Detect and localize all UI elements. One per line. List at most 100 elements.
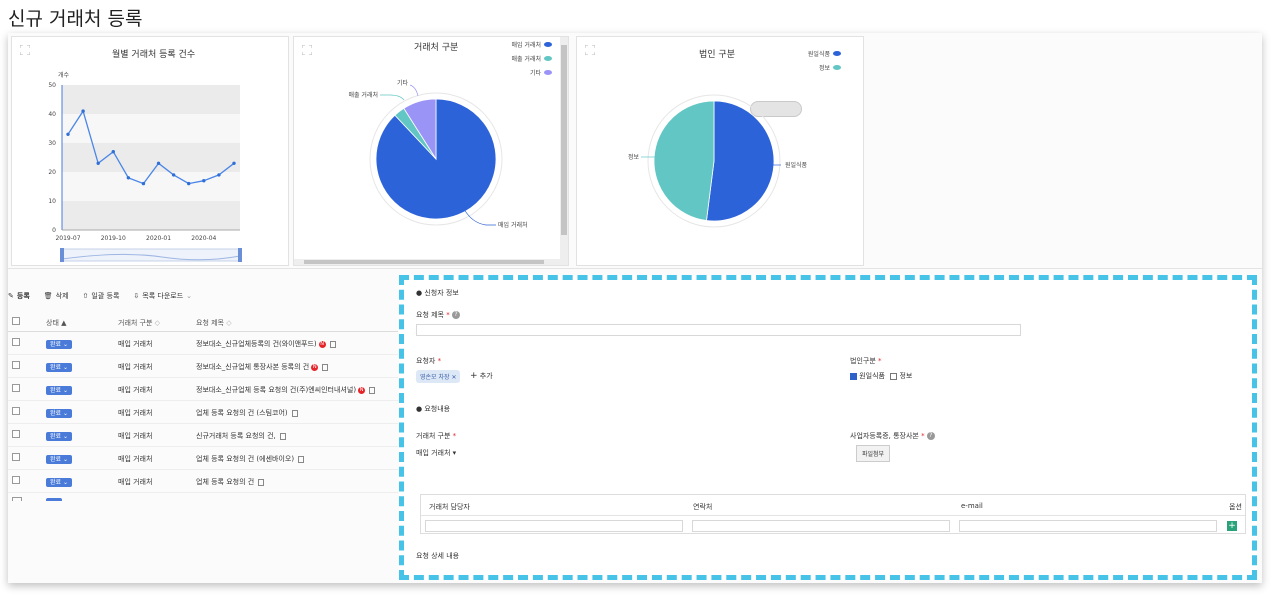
y-tick-label: 40 xyxy=(48,111,56,118)
header-title[interactable]: 요청 제목 ◇ xyxy=(196,318,232,328)
vendor-type-cell: 매입 거래처 xyxy=(118,455,153,463)
contact-phone-input[interactable] xyxy=(692,520,950,532)
add-requester-button[interactable]: + 추가 xyxy=(470,371,493,381)
table-row[interactable]: 완료 ⌄ 매입 거래처 업체 등록 요청의 건 (에센바이오) xyxy=(8,447,398,470)
register-button[interactable]: ✎ 등록 xyxy=(8,291,30,301)
status-badge[interactable]: 완료 ⌄ xyxy=(46,340,72,349)
table-row[interactable]: 완료 ⌄ 매입 거래처 업체 등록 요청의 건 (스팀코어) xyxy=(8,401,398,424)
status-cell[interactable]: 완료 ⌄ xyxy=(46,477,72,487)
data-point xyxy=(156,161,161,165)
x-tick-label: 2020-04 xyxy=(191,235,216,242)
download-list-button[interactable]: ⇩ 목록 다운로드 ⌄ xyxy=(133,291,192,301)
register-label: 등록 xyxy=(16,292,30,300)
document-icon[interactable] xyxy=(369,386,376,394)
add-label: 추가 xyxy=(479,372,493,380)
contact-email-input[interactable] xyxy=(959,520,1217,532)
title-cell[interactable]: 업체 등록 요청의 건 xyxy=(196,477,265,487)
status-cell[interactable]: 완료 ⌄ xyxy=(46,408,72,418)
table-row[interactable]: 완료 ⌄ 매입 거래처 신규거래처 등록 요청의 건, xyxy=(8,424,398,447)
add-row-button[interactable]: + xyxy=(1227,521,1237,531)
new-badge-icon: N xyxy=(358,386,366,394)
title-cell[interactable]: 정보대소_신규업체 통장사본 등록의 건N xyxy=(196,362,329,372)
select-all-checkbox[interactable] xyxy=(12,317,20,325)
corp-options: 원일식품 정보 xyxy=(850,371,912,381)
title-label: 정보대소_신규업체등록의 건(와이앤푸드) xyxy=(196,340,317,348)
contact-name-input[interactable] xyxy=(425,520,683,532)
row-checkbox[interactable] xyxy=(12,361,20,369)
table-row[interactable]: 완료 ⌄ 매입 거래처 정보대소_신규업체 통장사본 등록의 건N xyxy=(8,355,398,378)
document-icon[interactable] xyxy=(322,363,329,371)
grid-header: 거래처 담당자 xyxy=(429,503,470,511)
status-badge[interactable]: 완료 ⌄ xyxy=(46,363,72,372)
document-icon[interactable] xyxy=(329,340,336,348)
status-cell[interactable]: 완료 ⌄ xyxy=(46,362,72,372)
vertical-scrollbar[interactable] xyxy=(560,37,568,259)
grid-header: 연락처 xyxy=(693,503,713,511)
document-icon[interactable] xyxy=(298,455,305,463)
document-icon[interactable] xyxy=(258,478,265,486)
x-tick-label: 2019-10 xyxy=(101,235,126,242)
file-attach-button[interactable]: 파일첨부 xyxy=(856,445,891,462)
bulk-register-button[interactable]: ⇧ 일괄 등록 xyxy=(83,291,120,301)
title-label: 신규거래처 등록 요청의 건, xyxy=(196,432,276,440)
row-checkbox[interactable] xyxy=(12,338,20,346)
vendor-type-label: 거래처 구분 * xyxy=(416,432,457,440)
document-icon[interactable] xyxy=(279,432,286,440)
row-checkbox[interactable] xyxy=(12,407,20,415)
status-cell[interactable]: 완료 ⌄ xyxy=(46,339,72,349)
data-point xyxy=(81,109,85,113)
detail-label: 요청 상세 내용 xyxy=(416,552,460,560)
line-chart-card: 월별 거래처 등록 건수 50 40 30 20 10 0 개수 2019-07 2019-10… xyxy=(11,36,289,266)
status-label: 완료 xyxy=(50,410,62,417)
row-checkbox[interactable] xyxy=(12,384,20,392)
status-badge[interactable]: 완료 ⌄ xyxy=(46,455,72,464)
data-point xyxy=(202,179,206,183)
pie1-chart: 매입 거래처 매출 거래처 기타 xyxy=(348,79,527,229)
header-status[interactable]: 상태 ▲ xyxy=(46,318,67,328)
header-vendor-type[interactable]: 거래처 구분 ◇ xyxy=(118,318,160,328)
pie-corp-type-card: 법인 구분 원일식품 정보 원일식품 정보 xyxy=(576,36,864,266)
header-label: 상태 xyxy=(46,319,59,327)
status-cell[interactable]: 완료 ⌄ xyxy=(46,431,72,441)
row-checkbox[interactable] xyxy=(12,476,20,484)
help-icon[interactable]: ? xyxy=(926,432,935,440)
status-badge[interactable]: 완료 ⌄ xyxy=(46,478,72,487)
document-icon[interactable] xyxy=(291,409,298,417)
help-icon[interactable]: ? xyxy=(451,311,460,319)
vendor-type-select[interactable]: 매입 거래처 ▾ xyxy=(416,448,456,458)
data-point xyxy=(232,161,236,165)
field-label: 사업자등록증, 통장사본 xyxy=(850,432,919,440)
data-point xyxy=(141,181,146,186)
contact-grid: 거래처 담당자 연락처 e-mail 옵션 + xyxy=(420,494,1246,534)
option-label: 원일식품 xyxy=(859,372,885,380)
status-cell[interactable]: 완료 ⌄ xyxy=(46,454,72,464)
bizreg-label: 사업자등록증, 통장사본 * ? xyxy=(850,431,935,441)
row-checkbox[interactable] xyxy=(12,453,20,461)
table-row[interactable]: 완료 ⌄ 매입 거래처 정보대소_신규업체 등록 요청의 건(주)엔씨인터내셔널… xyxy=(8,378,398,401)
close-icon[interactable]: ✕ xyxy=(451,374,456,381)
status-label: 완료 xyxy=(50,456,62,463)
corp-checkbox-2[interactable] xyxy=(890,372,898,380)
field-label: 거래처 구분 xyxy=(416,432,451,440)
table-row[interactable]: 완료 ⌄ 매입 거래처 정보대소_신규업체등록의 건(와이앤푸드) N xyxy=(8,332,398,355)
title-cell[interactable]: 정보대소_신규업체등록의 건(와이앤푸드) N xyxy=(196,339,336,349)
corp-checkbox-1[interactable] xyxy=(850,372,857,380)
table-row[interactable]: 완료 ⌄ 매입 거래처 업체 등록 요청의 건 xyxy=(8,470,398,493)
status-badge[interactable]: 완료 ⌄ xyxy=(46,386,72,395)
status-badge[interactable]: 완료 ⌄ xyxy=(46,432,72,441)
title-cell[interactable]: 업체 등록 요청의 건 (에센바이오) xyxy=(196,454,305,464)
status-badge[interactable]: 완료 ⌄ xyxy=(46,409,72,418)
status-cell[interactable]: 완료 ⌄ xyxy=(46,385,72,395)
title-cell[interactable]: 정보대소_신규업체 등록 요청의 건(주)엔씨인터내셔널) N xyxy=(196,385,376,395)
title-label: 정보대소_신규업체 등록 요청의 건(주)엔씨인터내셔널) xyxy=(196,386,357,394)
row-checkbox[interactable] xyxy=(12,430,20,438)
req-title-input[interactable] xyxy=(416,324,1021,336)
requester-tag[interactable]: 영손모 차장 ✕ xyxy=(416,370,461,383)
status-label: 완료 xyxy=(50,433,62,440)
table-header: 상태 ▲ 거래처 구분 ◇ 요청 제목 ◇ xyxy=(8,311,398,332)
title-cell[interactable]: 업체 등록 요청의 건 (스팀코어) xyxy=(196,408,298,418)
page-title: 신규 거래처 등록 xyxy=(8,8,143,30)
title-cell[interactable]: 신규거래처 등록 요청의 건, xyxy=(196,431,286,441)
delete-button[interactable]: 🗑 삭제 xyxy=(44,291,69,301)
horizontal-scrollbar[interactable] xyxy=(294,259,568,265)
